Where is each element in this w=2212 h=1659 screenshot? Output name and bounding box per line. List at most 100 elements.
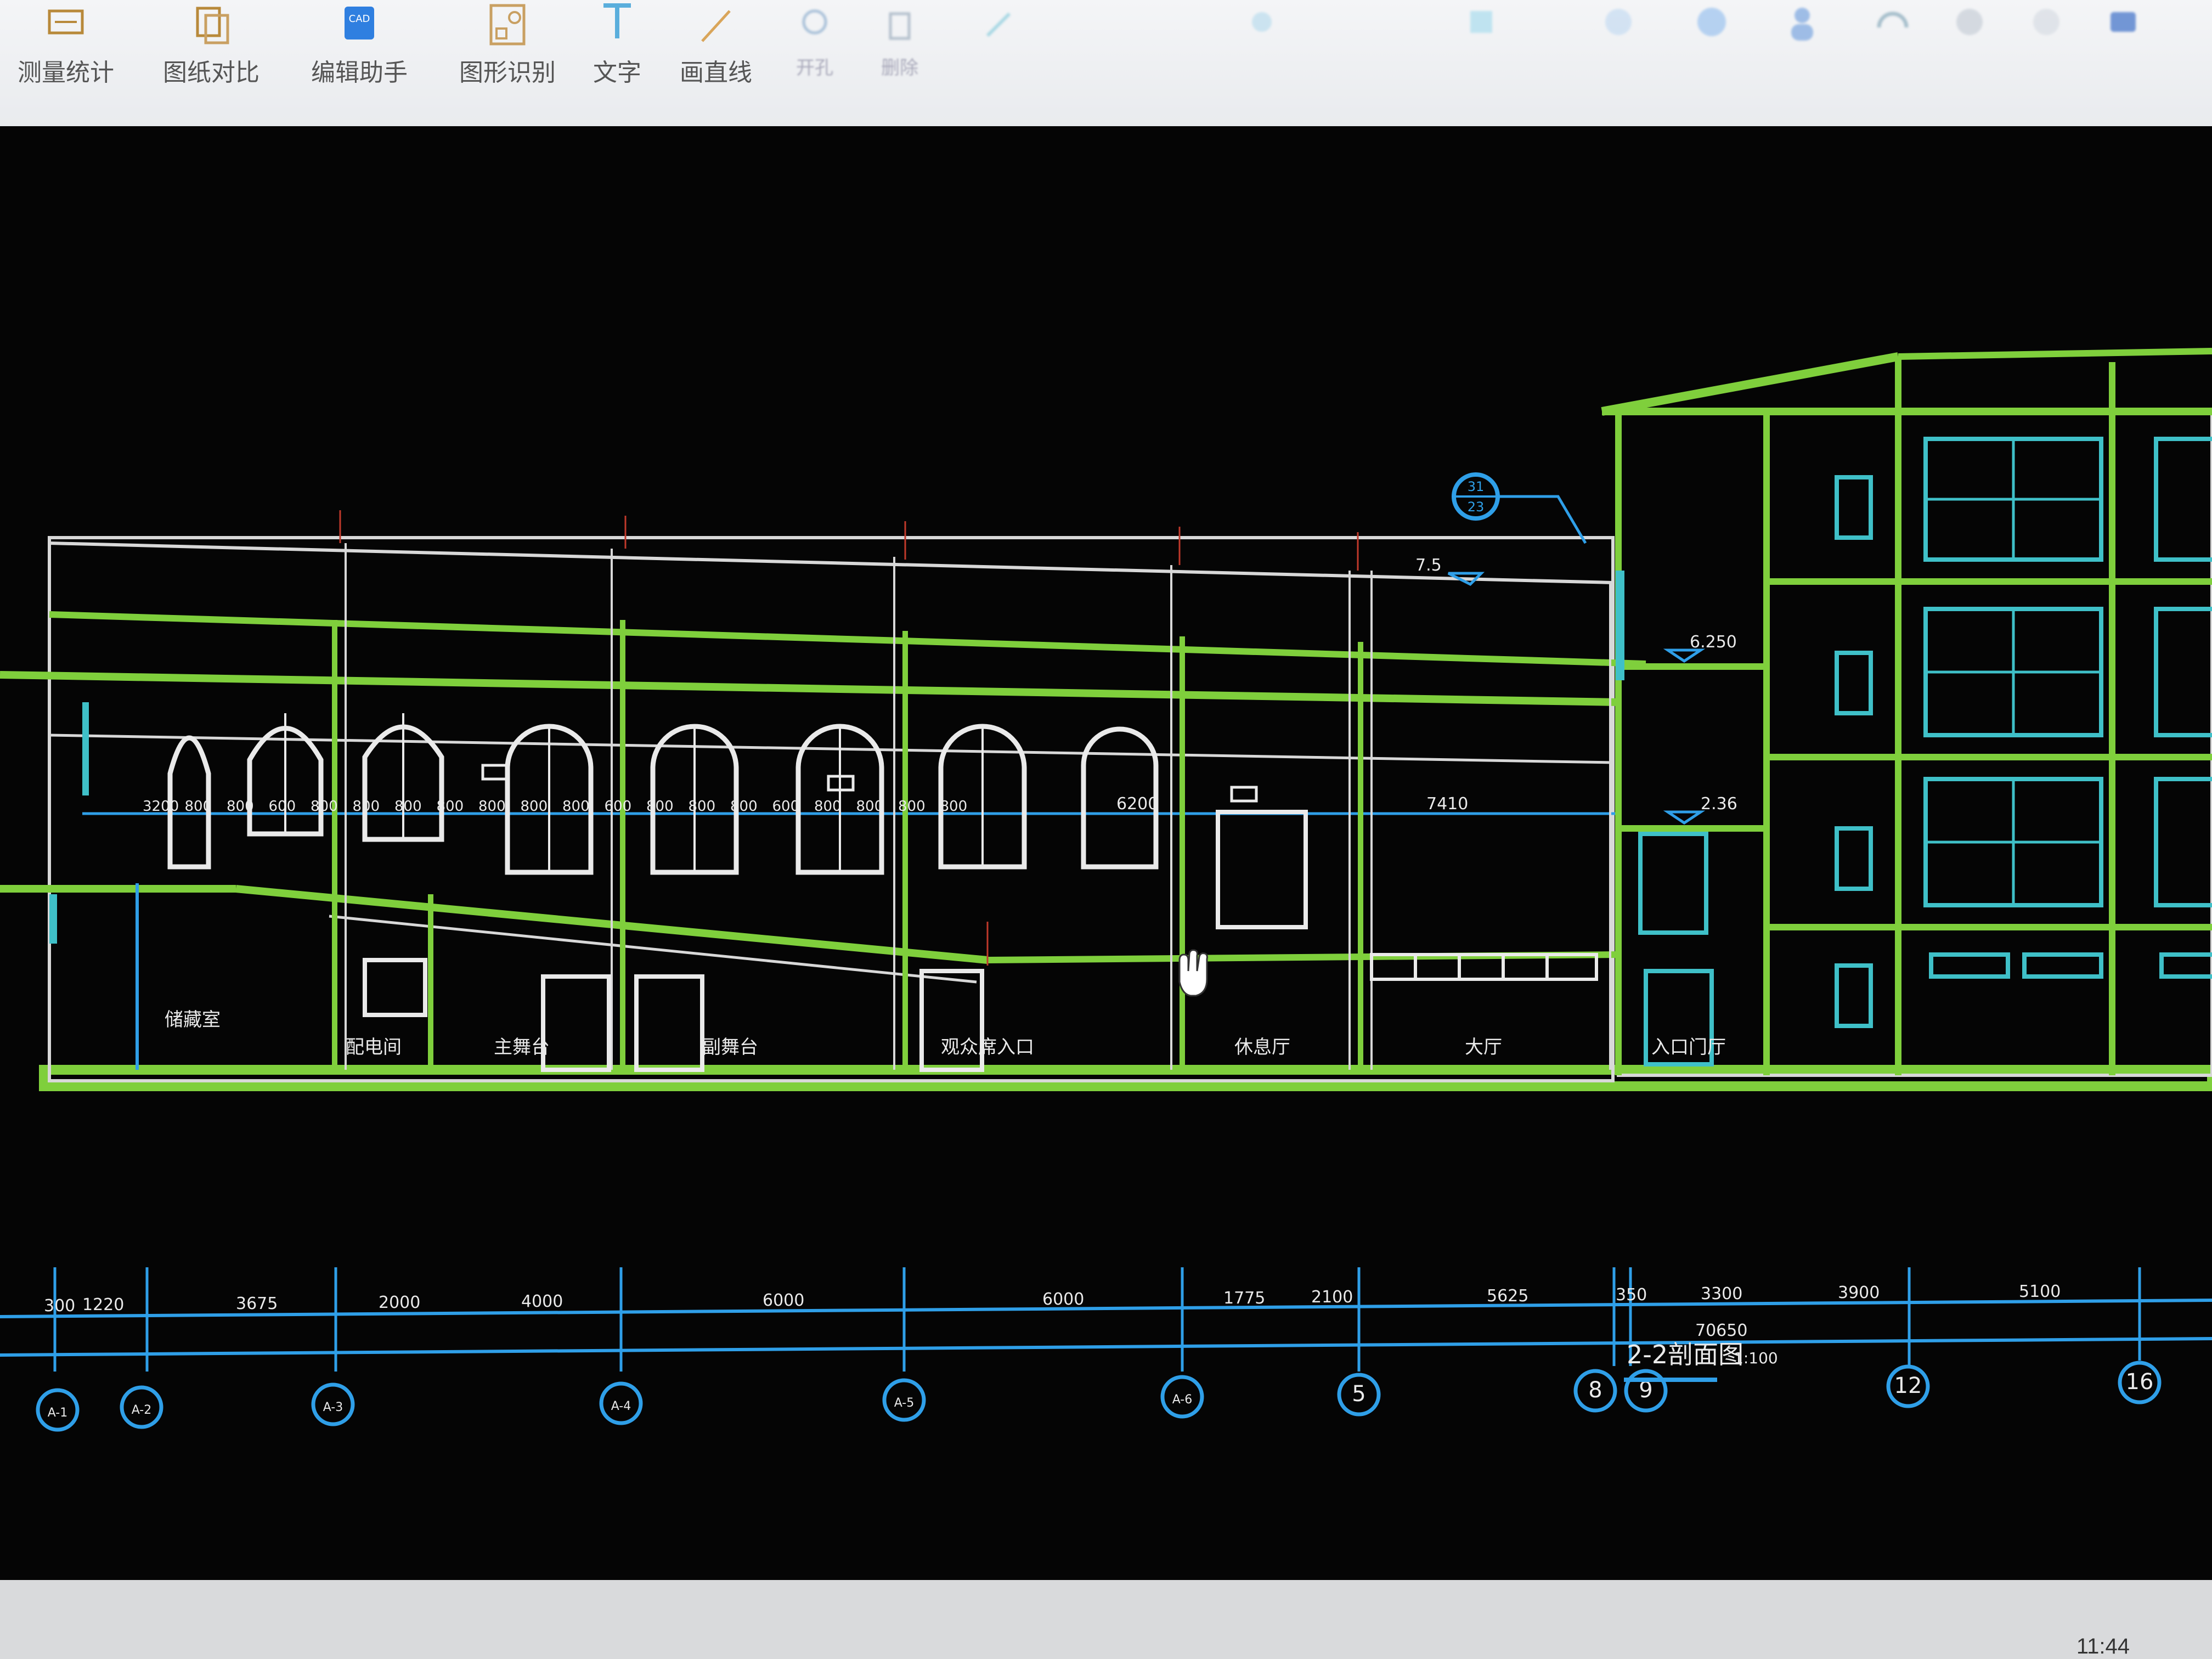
bottom-dimension: 2100 bbox=[1311, 1288, 1353, 1307]
window-module-dim: 800 bbox=[898, 798, 926, 815]
bottom-dimension: 6000 bbox=[763, 1291, 804, 1310]
axis-label: 12 bbox=[1894, 1373, 1922, 1398]
grid-icon bbox=[1252, 12, 1272, 32]
axis-label: 8 bbox=[1588, 1378, 1602, 1403]
window-module-dim: 800 bbox=[437, 798, 464, 815]
window-module-dim: 3200 bbox=[143, 798, 179, 815]
print-icon bbox=[1697, 8, 1726, 36]
room-label: 副舞台 bbox=[702, 1036, 758, 1058]
tool-label: 删除 bbox=[881, 57, 918, 79]
tool-button-blurred[interactable] bbox=[1426, 5, 1536, 115]
window-module-dim: 800 bbox=[562, 798, 590, 815]
window-module-dim: 800 bbox=[478, 798, 506, 815]
axis-label: 16 bbox=[2126, 1369, 2154, 1395]
delete-icon bbox=[889, 12, 911, 40]
window-module-dim: 800 bbox=[814, 798, 842, 815]
info-icon bbox=[2033, 9, 2059, 35]
room-label: 配电间 bbox=[346, 1036, 402, 1058]
window-module-dim: 800 bbox=[185, 798, 212, 815]
delete-tool-button[interactable]: 删除 bbox=[845, 5, 955, 115]
axis-label: A-6 bbox=[1172, 1393, 1193, 1407]
system-taskbar: 11:44 bbox=[0, 1580, 2212, 1659]
tool-label: 开孔 bbox=[796, 57, 833, 79]
total-dimension: 70650 bbox=[1695, 1321, 1747, 1340]
axis-label: A-3 bbox=[323, 1401, 343, 1414]
axis-label: 5 bbox=[1352, 1381, 1365, 1407]
room-label: 主舞台 bbox=[494, 1036, 550, 1058]
line-tool-button[interactable]: 画直线 bbox=[661, 5, 771, 115]
shape-recognize-icon bbox=[489, 4, 526, 46]
drawing-title: 2-2剖面图 bbox=[1627, 1340, 1743, 1369]
callout-bottom: 23 bbox=[1468, 499, 1485, 515]
shape-recognize-button[interactable]: 图形识别 bbox=[453, 4, 562, 115]
window-module-dim: 800 bbox=[227, 798, 254, 815]
bottom-dimension: 1220 bbox=[82, 1295, 124, 1314]
elevation-label: 7.5 bbox=[1415, 556, 1442, 575]
compare-tool-button[interactable]: 图纸对比 bbox=[156, 5, 266, 115]
text-tool-button[interactable]: 文字 bbox=[562, 3, 672, 115]
axis-label: A-2 bbox=[132, 1403, 152, 1417]
tool-label: 图形识别 bbox=[459, 59, 556, 87]
window-module-dim: 600 bbox=[605, 798, 632, 815]
compare-icon bbox=[196, 7, 229, 44]
measure-tool-button[interactable]: 测量统计 bbox=[11, 5, 121, 115]
bottom-dimension: 5100 bbox=[2019, 1282, 2061, 1301]
tool-label: 文字 bbox=[593, 59, 641, 87]
window-module-dim: 800 bbox=[353, 798, 380, 815]
tool-button-blurred[interactable] bbox=[2068, 5, 2178, 115]
tool-label: 画直线 bbox=[680, 59, 752, 87]
line-icon bbox=[701, 10, 731, 42]
text-icon bbox=[603, 3, 631, 38]
user-icon bbox=[1791, 8, 1813, 41]
axis-label: A-4 bbox=[611, 1400, 631, 1413]
tool-button-blurred[interactable] bbox=[1207, 5, 1317, 115]
window-module-dim: 800 bbox=[394, 798, 422, 815]
cad-edit-icon: CAD bbox=[345, 7, 374, 40]
taskbar-clock: 11:44 bbox=[2076, 1634, 2130, 1658]
window-module-dim: 800 bbox=[521, 798, 548, 815]
svg-text:CAD: CAD bbox=[349, 13, 370, 25]
bottom-dimension: 5625 bbox=[1487, 1286, 1528, 1306]
window-module-dim: 800 bbox=[646, 798, 674, 815]
share-icon bbox=[1956, 9, 1983, 35]
window-module-dim: 800 bbox=[730, 798, 758, 815]
tool-label: 测量统计 bbox=[18, 59, 114, 87]
layer-icon bbox=[1470, 11, 1492, 33]
room-label: 休息厅 bbox=[1234, 1036, 1290, 1058]
interior-dim: 7410 bbox=[1426, 794, 1468, 814]
pen-icon bbox=[986, 12, 1011, 37]
cad-drawing-canvas[interactable]: 储藏室 配电间 主舞台 副舞台 观众席入口 休息厅 大厅 入口门厅 6200 7… bbox=[0, 126, 2212, 1580]
window-module-dim: 800 bbox=[940, 798, 968, 815]
hand-cursor-icon bbox=[1178, 949, 1208, 997]
bottom-dimension: 6000 bbox=[1042, 1290, 1084, 1309]
tool-label: 图纸对比 bbox=[163, 59, 259, 87]
callout-top: 31 bbox=[1468, 479, 1485, 494]
room-label: 大厅 bbox=[1465, 1036, 1502, 1058]
window-module-dim: 800 bbox=[689, 798, 716, 815]
drawing-scale: 1:100 bbox=[1734, 1349, 1778, 1367]
room-label: 观众席入口 bbox=[941, 1036, 1034, 1058]
bottom-dimension: 3675 bbox=[236, 1294, 278, 1313]
interior-dim: 6200 bbox=[1116, 794, 1158, 814]
measure-icon bbox=[48, 9, 84, 35]
tool-button-blurred[interactable] bbox=[944, 5, 1053, 115]
bottom-dimension: 2000 bbox=[379, 1293, 420, 1312]
bottom-dimension: 350 bbox=[1616, 1285, 1647, 1305]
bottom-dimension: 3300 bbox=[1701, 1284, 1742, 1304]
bottom-dimension: 300 bbox=[44, 1296, 75, 1316]
detail-callout: 31 23 bbox=[1452, 472, 1587, 544]
headset-icon bbox=[1877, 12, 1909, 28]
bottom-dimension: 4000 bbox=[521, 1292, 563, 1311]
elevation-label: 2.36 bbox=[1701, 794, 1737, 814]
room-label: 储藏室 bbox=[165, 1009, 221, 1031]
section-drawing: 储藏室 配电间 主舞台 副舞台 观众席入口 休息厅 大厅 入口门厅 6200 7… bbox=[0, 348, 2212, 1432]
tool-label: 编辑助手 bbox=[311, 59, 408, 87]
bottom-dimension: 3900 bbox=[1838, 1283, 1880, 1302]
window-module-dim: 600 bbox=[772, 798, 800, 815]
settings-icon bbox=[1605, 9, 1632, 35]
window-module-dim: 600 bbox=[269, 798, 296, 815]
ribbon-toolbar: 测量统计 图纸对比 CAD 编辑助手 图形识别 文字 画直线 开孔 删除 bbox=[0, 0, 2212, 128]
edit-assistant-button[interactable]: CAD 编辑助手 bbox=[304, 5, 414, 115]
window-module-dim: 800 bbox=[856, 798, 884, 815]
window-module-dim: 800 bbox=[311, 798, 338, 815]
